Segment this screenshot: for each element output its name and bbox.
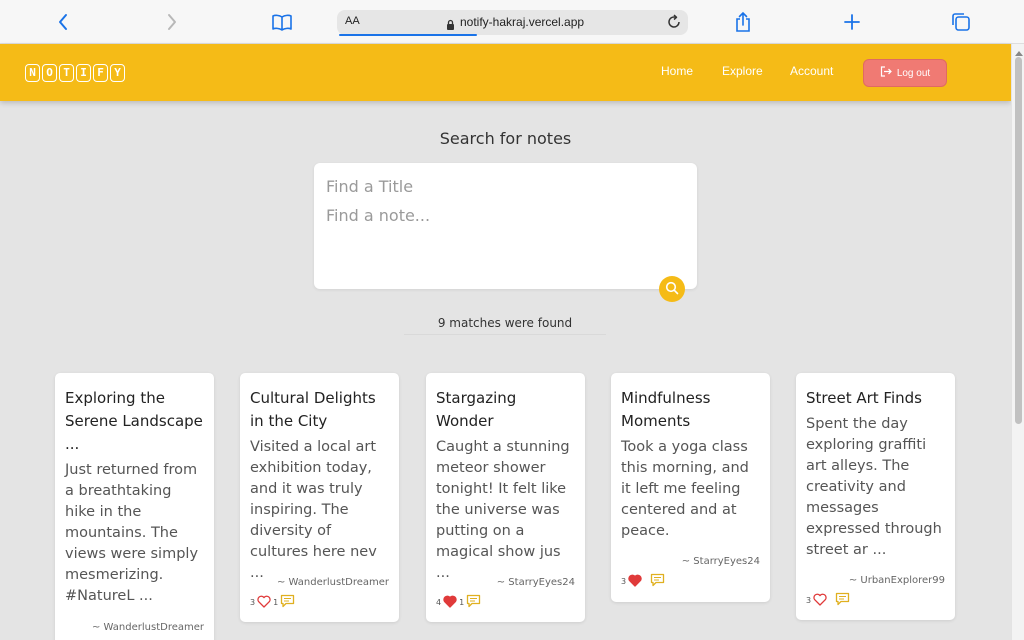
comment-icon[interactable] xyxy=(280,594,295,610)
note-card[interactable]: Street Art Finds Spent the day exploring… xyxy=(796,373,955,620)
bookmarks-icon[interactable] xyxy=(269,8,295,36)
note-body: Took a yoga class this morning, and it l… xyxy=(621,439,749,539)
logout-icon xyxy=(880,66,892,80)
heart-icon[interactable] xyxy=(257,595,271,610)
app-header: NOTIFY Home Explore Account Log out xyxy=(0,44,1011,101)
nav-account[interactable]: Account xyxy=(790,64,833,78)
page-load-progress xyxy=(339,34,477,36)
note-author[interactable]: ~ StarryEyes24 xyxy=(497,577,575,588)
heart-filled-icon[interactable] xyxy=(628,574,642,589)
note-title: Exploring the Serene Landscape ... xyxy=(65,389,203,453)
back-icon[interactable] xyxy=(52,8,74,36)
search-form: Find a Title Find a note... xyxy=(314,163,697,289)
like-count: 4 xyxy=(436,597,442,607)
page-scrollbar[interactable] xyxy=(1011,44,1024,640)
text-size-button[interactable]: AA xyxy=(345,15,360,27)
note-card[interactable]: Mindfulness Moments Took a yoga class th… xyxy=(611,373,770,602)
note-body: Just returned from a breathtaking hike i… xyxy=(65,462,199,604)
forward-icon[interactable] xyxy=(161,8,183,36)
new-tab-icon[interactable] xyxy=(841,8,863,36)
note-body: Caught a stunning meteor shower tonight!… xyxy=(436,439,570,581)
reload-icon[interactable] xyxy=(666,14,682,34)
note-author[interactable]: ~ UrbanExplorer99 xyxy=(849,575,945,586)
nav-explore[interactable]: Explore xyxy=(722,64,763,78)
logo-letter: T xyxy=(59,64,74,82)
note-reactions: 4 1 xyxy=(436,594,481,610)
results-count: 9 matches were found xyxy=(404,316,606,335)
notify-logo[interactable]: NOTIFY xyxy=(25,64,125,82)
comment-icon[interactable] xyxy=(650,573,665,589)
logout-button[interactable]: Log out xyxy=(863,59,947,87)
note-body: Visited a local art exhibition today, an… xyxy=(250,439,377,581)
scrollbar-thumb[interactable] xyxy=(1015,57,1022,424)
comment-icon[interactable] xyxy=(835,592,850,608)
note-title: Cultural Delights in the City xyxy=(250,389,376,430)
note-search-input[interactable]: Find a note... xyxy=(326,206,430,225)
browser-toolbar: AA notify-hakraj.vercel.app xyxy=(0,0,1024,44)
like-count: 3 xyxy=(250,597,256,607)
logo-letter: I xyxy=(76,64,91,82)
title-search-input[interactable]: Find a Title xyxy=(326,177,413,196)
note-reactions: 3 xyxy=(806,592,850,608)
comment-count: 1 xyxy=(273,597,279,607)
logo-letter: Y xyxy=(110,64,125,82)
note-author[interactable]: ~ StarryEyes24 xyxy=(682,556,760,567)
logo-letter: N xyxy=(25,64,40,82)
address-bar[interactable]: AA notify-hakraj.vercel.app xyxy=(337,10,688,36)
logout-label: Log out xyxy=(896,67,931,79)
tabs-overview-icon[interactable] xyxy=(950,8,972,36)
heart-icon[interactable] xyxy=(813,593,827,608)
search-button[interactable] xyxy=(659,276,685,302)
logo-letter: F xyxy=(93,64,108,82)
heart-filled-icon[interactable] xyxy=(443,595,457,610)
note-title: Stargazing Wonder xyxy=(436,389,517,430)
note-title: Street Art Finds xyxy=(806,389,922,407)
logo-letter: O xyxy=(42,64,57,82)
lock-icon xyxy=(446,16,455,35)
search-icon xyxy=(665,280,679,299)
note-card[interactable]: Exploring the Serene Landscape ... Just … xyxy=(55,373,214,640)
like-count: 3 xyxy=(621,576,627,586)
note-reactions: 3 xyxy=(621,573,665,589)
scroll-up-icon[interactable] xyxy=(1015,51,1023,56)
note-reactions: 3 1 xyxy=(250,594,295,610)
note-card[interactable]: Cultural Delights in the City Visited a … xyxy=(240,373,399,622)
share-icon[interactable] xyxy=(731,8,755,36)
note-author[interactable]: ~ WanderlustDreamer xyxy=(92,622,204,633)
note-card[interactable]: Stargazing Wonder Caught a stunning mete… xyxy=(426,373,585,622)
comment-count: 1 xyxy=(459,597,465,607)
note-title: Mindfulness Moments xyxy=(621,389,711,430)
note-body: Spent the day exploring graffiti art all… xyxy=(806,416,942,558)
nav-home[interactable]: Home xyxy=(661,64,693,78)
url-text: notify-hakraj.vercel.app xyxy=(460,15,585,29)
like-count: 3 xyxy=(806,595,812,605)
comment-icon[interactable] xyxy=(466,594,481,610)
search-heading: Search for notes xyxy=(439,129,572,148)
note-author[interactable]: ~ WanderlustDreamer xyxy=(277,577,389,588)
